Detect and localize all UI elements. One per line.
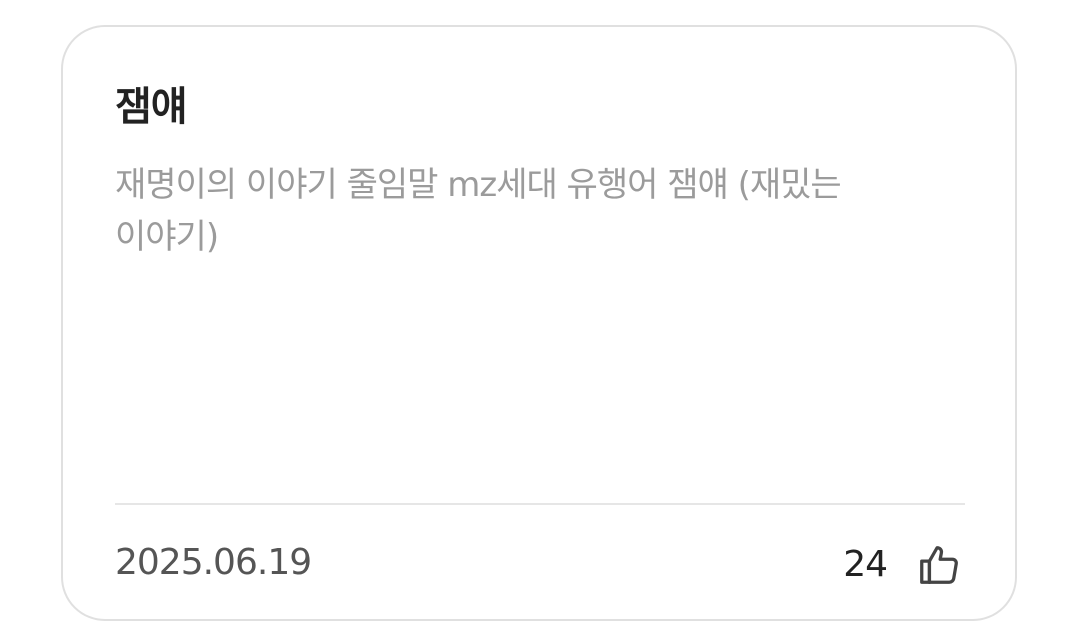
card-date: 2025.06.19: [115, 542, 312, 583]
like-button[interactable]: [915, 541, 963, 589]
card-title: 잼얘: [115, 84, 188, 130]
divider: [115, 503, 965, 505]
thumbs-up-icon: [920, 546, 958, 584]
card-description: 재명이의 이야기 줄임말 mz세대 유행어 잼얘 (재밌는이야기): [115, 165, 842, 257]
like-group: 24: [843, 541, 963, 589]
like-count: 24: [843, 544, 888, 585]
word-card[interactable]: 잼얘 재명이의 이야기 줄임말 mz세대 유행어 잼얘 (재밌는이야기) 202…: [61, 25, 1017, 621]
